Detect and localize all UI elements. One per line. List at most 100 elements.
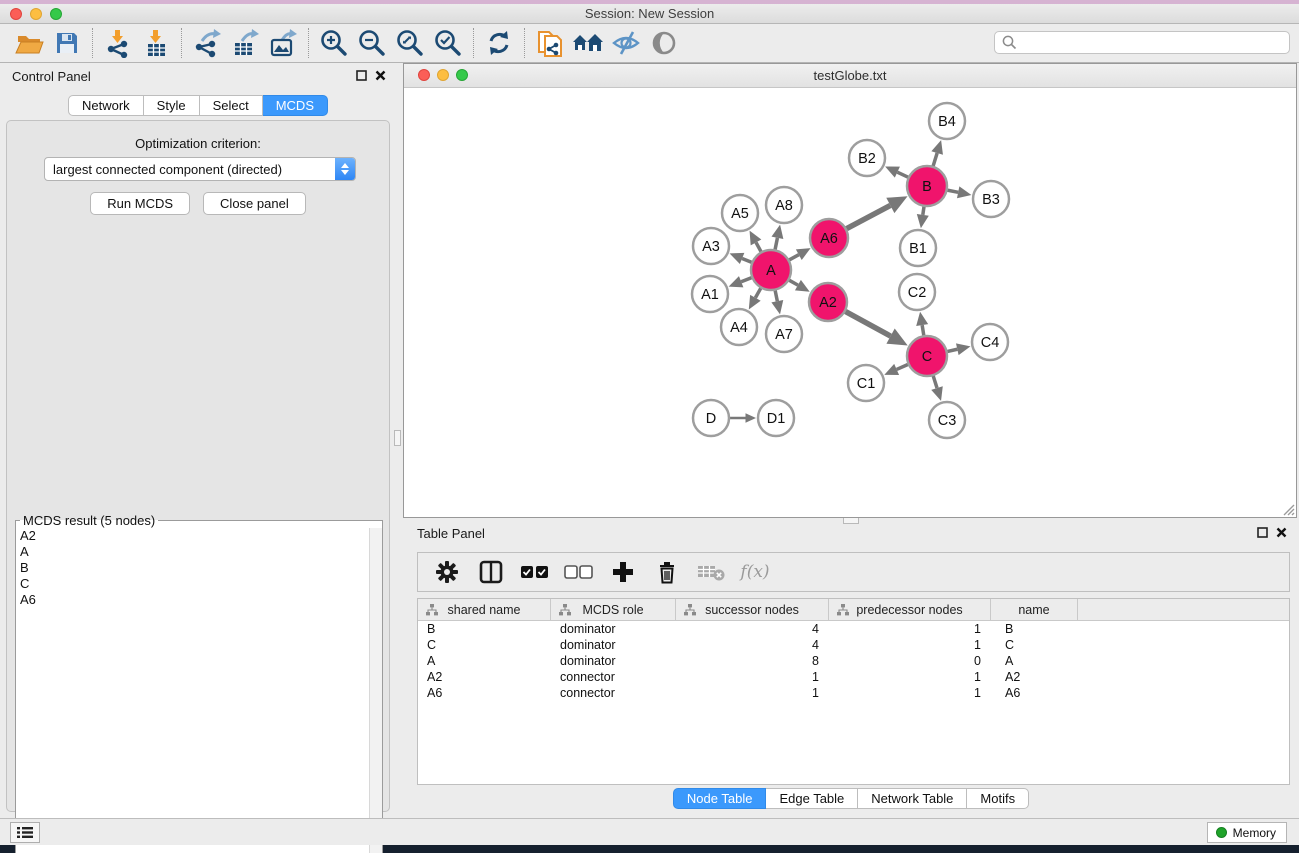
table-row[interactable]: Adominator80A: [418, 653, 1289, 669]
toolbar-separator: [181, 28, 182, 58]
close-panel-button[interactable]: Close panel: [203, 192, 306, 215]
table-cell: dominator: [551, 637, 676, 653]
task-history-button[interactable]: [10, 822, 40, 843]
tab-mcds[interactable]: MCDS: [263, 95, 328, 116]
edge-C-C2[interactable]: [922, 325, 924, 336]
memory-button[interactable]: Memory: [1207, 822, 1287, 843]
mcds-result-item[interactable]: A: [16, 544, 382, 560]
column-header-predecessor-nodes[interactable]: predecessor nodes: [829, 599, 991, 620]
deselect-all-checkboxes-icon[interactable]: [562, 556, 596, 588]
column-header-filler: [1078, 599, 1289, 620]
export-table-icon[interactable]: [226, 26, 264, 60]
add-column-icon[interactable]: [606, 556, 640, 588]
open-session-icon[interactable]: [10, 26, 48, 60]
mcds-result-item[interactable]: A6: [16, 592, 382, 608]
edge-A-A3[interactable]: [742, 258, 752, 262]
edge-B-B1[interactable]: [923, 206, 924, 215]
edge-C-C3[interactable]: [933, 375, 937, 388]
edge-A6-B[interactable]: [846, 205, 891, 229]
tab-network-table[interactable]: Network Table: [858, 788, 967, 809]
tab-motifs[interactable]: Motifs: [967, 788, 1029, 809]
zoom-out-icon[interactable]: [353, 26, 391, 60]
tab-select[interactable]: Select: [200, 95, 263, 116]
edge-B-B2[interactable]: [897, 172, 909, 177]
zoom-in-icon[interactable]: [315, 26, 353, 60]
node-label-A3: A3: [702, 239, 720, 255]
table-row[interactable]: A6connector11A6: [418, 685, 1289, 701]
arrowhead-icon: [931, 140, 943, 155]
close-panel-icon[interactable]: [375, 70, 386, 81]
mcds-result-item[interactable]: C: [16, 576, 382, 592]
zoom-fit-icon[interactable]: [391, 26, 429, 60]
column-header-shared-name[interactable]: shared name: [418, 599, 551, 620]
node-label-A7: A7: [775, 327, 793, 343]
hide-selected-icon[interactable]: [607, 26, 645, 60]
column-header-successor-nodes[interactable]: successor nodes: [676, 599, 829, 620]
column-layout-icon[interactable]: [474, 556, 508, 588]
import-table-icon[interactable]: [137, 26, 175, 60]
table-cell: A: [991, 653, 1078, 669]
network-from-file-icon[interactable]: [531, 26, 569, 60]
import-network-icon[interactable]: [99, 26, 137, 60]
memory-label: Memory: [1233, 826, 1276, 840]
run-mcds-button[interactable]: Run MCDS: [90, 192, 190, 215]
horizontal-split-handle[interactable]: [843, 517, 859, 524]
node-label-A4: A4: [730, 320, 748, 336]
tab-node-table[interactable]: Node Table: [673, 788, 767, 809]
show-all-icon[interactable]: [645, 26, 683, 60]
edge-B-B4[interactable]: [933, 153, 937, 167]
edge-A-A7[interactable]: [775, 290, 777, 302]
tab-style[interactable]: Style: [144, 95, 200, 116]
node-table[interactable]: shared nameMCDS rolesuccessor nodesprede…: [417, 598, 1290, 785]
edge-A-A8[interactable]: [775, 238, 778, 251]
edge-A-A4[interactable]: [755, 287, 761, 297]
export-network-icon[interactable]: [188, 26, 226, 60]
mcds-result-item[interactable]: A2: [16, 528, 382, 544]
network-canvas[interactable]: B4B2BB3A8A5A6A3B1AC2A1A2A4A7C4CC1DD1C3: [405, 89, 1295, 516]
search-input[interactable]: [1022, 34, 1289, 52]
edge-C-C4[interactable]: [947, 349, 958, 351]
edge-A2-C[interactable]: [845, 311, 891, 336]
close-table-panel-icon[interactable]: [1276, 527, 1287, 538]
table-row[interactable]: Bdominator41B: [418, 621, 1289, 637]
function-builder-icon[interactable]: f(x): [738, 556, 772, 588]
select-all-checkboxes-icon[interactable]: [518, 556, 552, 588]
table-options-icon[interactable]: [430, 556, 464, 588]
table-cell: 1: [829, 621, 991, 637]
edge-A-A2[interactable]: [788, 280, 797, 285]
mcds-result-list[interactable]: A2ABCA6: [16, 528, 382, 853]
column-header-MCDS-role[interactable]: MCDS role: [551, 599, 676, 620]
tab-edge-table[interactable]: Edge Table: [766, 788, 858, 809]
column-header-label: name: [1018, 603, 1049, 617]
delete-table-icon[interactable]: [694, 556, 728, 588]
refresh-layout-icon[interactable]: [480, 26, 518, 60]
result-list-scrollbar[interactable]: [369, 528, 382, 853]
delete-column-icon[interactable]: [650, 556, 684, 588]
home-view-icon[interactable]: [569, 26, 607, 60]
network-window-titlebar[interactable]: testGlobe.txt: [404, 64, 1296, 88]
save-session-icon[interactable]: [48, 26, 86, 60]
arrowhead-icon: [917, 214, 929, 228]
edge-B-B3[interactable]: [947, 190, 959, 192]
criterion-dropdown[interactable]: largest connected component (directed): [44, 157, 356, 181]
control-panel-title: Control Panel: [12, 69, 91, 84]
float-panel-icon[interactable]: [356, 70, 367, 81]
arrowhead-icon: [957, 186, 971, 198]
table-toolbar: f(x): [417, 552, 1290, 592]
vertical-split-handle[interactable]: [394, 430, 401, 446]
tab-network[interactable]: Network: [68, 95, 144, 116]
edge-C-C1[interactable]: [897, 364, 909, 369]
resize-grip-icon[interactable]: [1281, 502, 1295, 516]
edge-A-A1[interactable]: [741, 277, 752, 281]
edge-A-A6[interactable]: [789, 255, 799, 261]
network-graph[interactable]: B4B2BB3A8A5A6A3B1AC2A1A2A4A7C4CC1DD1C3: [405, 89, 1295, 516]
export-image-icon[interactable]: [264, 26, 302, 60]
table-row[interactable]: A2connector11A2: [418, 669, 1289, 685]
search-field[interactable]: [994, 31, 1290, 54]
table-row[interactable]: Cdominator41C: [418, 637, 1289, 653]
edge-A-A5[interactable]: [756, 242, 761, 252]
zoom-selected-icon[interactable]: [429, 26, 467, 60]
float-table-panel-icon[interactable]: [1257, 527, 1268, 538]
column-header-name[interactable]: name: [991, 599, 1078, 620]
mcds-result-item[interactable]: B: [16, 560, 382, 576]
